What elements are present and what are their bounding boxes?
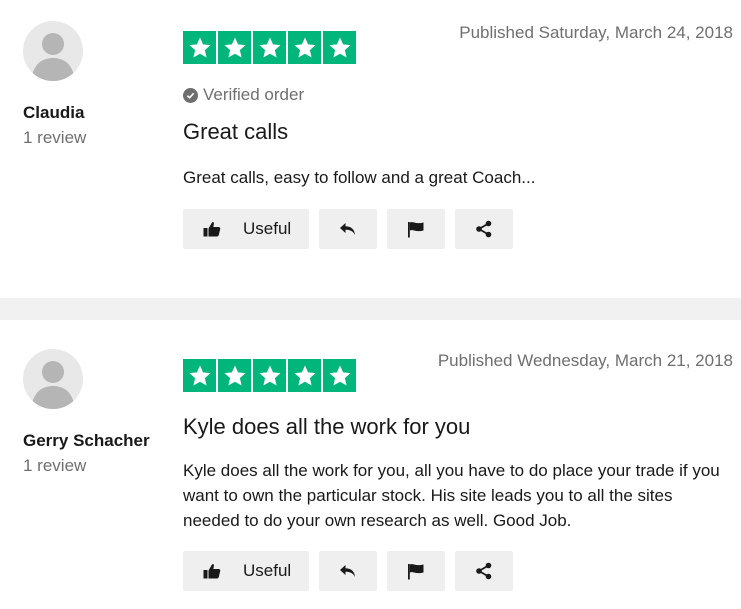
star-icon bbox=[183, 359, 216, 392]
share-icon bbox=[476, 562, 492, 580]
star-icon bbox=[218, 31, 251, 64]
reviewer-name[interactable]: Gerry Schacher bbox=[23, 431, 150, 451]
reviewer-name[interactable]: Claudia bbox=[23, 103, 84, 123]
useful-button[interactable]: Useful bbox=[183, 551, 309, 591]
star-rating bbox=[183, 359, 356, 392]
useful-label: Useful bbox=[243, 561, 292, 580]
review-card: Gerry Schacher 1 review Published Wednes… bbox=[0, 320, 741, 609]
reply-icon bbox=[340, 565, 355, 577]
star-icon bbox=[323, 359, 356, 392]
star-icon bbox=[323, 31, 356, 64]
thumbs-up-icon bbox=[203, 564, 221, 579]
thumbs-up-icon bbox=[203, 222, 221, 237]
avatar-icon bbox=[31, 33, 75, 81]
star-rating bbox=[183, 31, 356, 64]
star-icon bbox=[288, 359, 321, 392]
avatar[interactable] bbox=[23, 349, 83, 409]
share-button[interactable] bbox=[455, 209, 513, 249]
review-count: 1 review bbox=[23, 456, 87, 475]
review-title[interactable]: Kyle does all the work for you bbox=[183, 414, 470, 440]
review-title[interactable]: Great calls bbox=[183, 119, 288, 145]
avatar[interactable] bbox=[23, 21, 83, 81]
review-count: 1 review bbox=[23, 128, 87, 147]
verified-order-badge: Verified order bbox=[183, 85, 304, 105]
star-icon bbox=[253, 359, 286, 392]
avatar-icon bbox=[31, 361, 75, 409]
published-date: Published Saturday, March 24, 2018 bbox=[459, 23, 733, 42]
share-button[interactable] bbox=[455, 551, 513, 591]
useful-label: Useful bbox=[243, 219, 292, 238]
review-separator bbox=[0, 298, 741, 320]
reply-button[interactable] bbox=[319, 209, 377, 249]
star-icon bbox=[253, 31, 286, 64]
review-body: Kyle does all the work for you, all you … bbox=[183, 461, 720, 530]
review-actions: Useful bbox=[183, 209, 513, 249]
reply-icon bbox=[340, 223, 355, 235]
star-icon bbox=[218, 359, 251, 392]
star-icon bbox=[183, 31, 216, 64]
published-date: Published Wednesday, March 21, 2018 bbox=[437, 351, 733, 370]
check-circle-icon bbox=[183, 87, 198, 103]
review-actions: Useful bbox=[183, 551, 513, 591]
star-icon bbox=[288, 31, 321, 64]
report-button[interactable] bbox=[387, 209, 445, 249]
share-icon bbox=[476, 220, 492, 238]
flag-icon bbox=[408, 221, 424, 237]
review-body: Great calls, easy to follow and a great … bbox=[183, 168, 536, 187]
useful-button[interactable]: Useful bbox=[183, 209, 309, 249]
verified-order-label: Verified order bbox=[203, 85, 305, 104]
review-card: Claudia 1 review Published Saturday, Mar… bbox=[0, 0, 741, 298]
reply-button[interactable] bbox=[319, 551, 377, 591]
report-button[interactable] bbox=[387, 551, 445, 591]
flag-icon bbox=[408, 563, 424, 579]
